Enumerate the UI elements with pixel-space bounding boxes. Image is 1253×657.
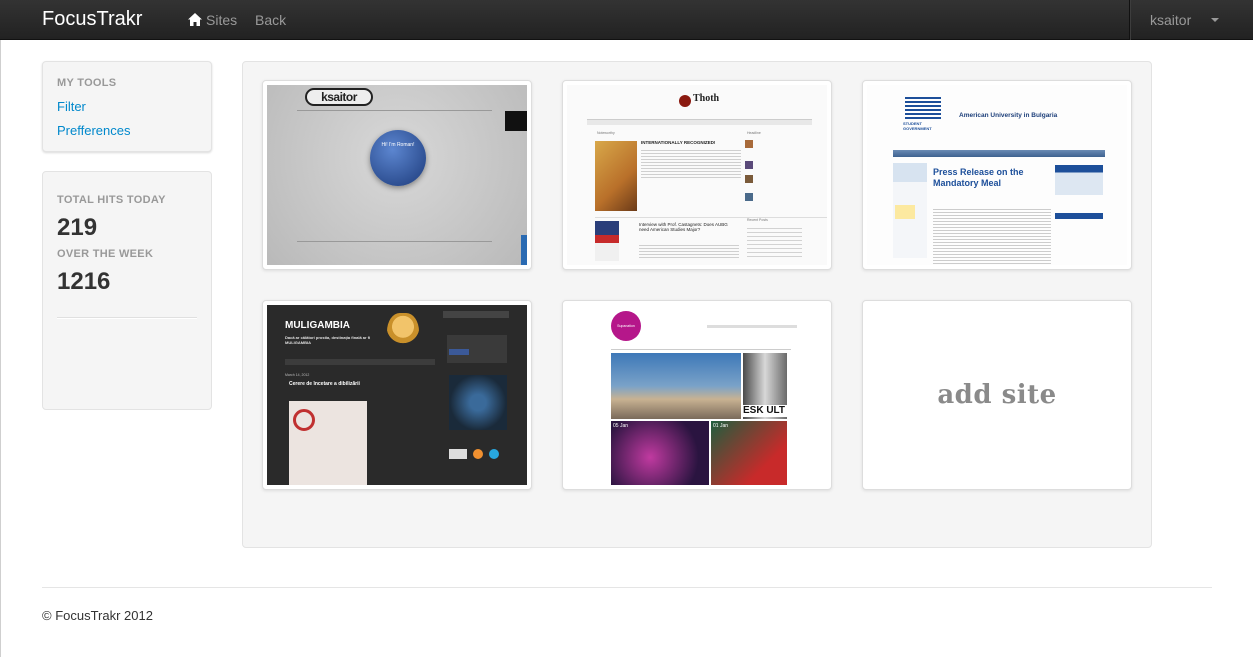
site-title: Thoth bbox=[693, 93, 720, 104]
post-image-1 bbox=[611, 421, 709, 485]
right-widget bbox=[1055, 165, 1103, 195]
over-the-week-value: 1216 bbox=[57, 268, 111, 295]
site-preview: Supanation ESK ULT 05 Jan 01 Jan bbox=[567, 305, 827, 485]
university-title: American University in Bulgaria bbox=[959, 112, 1058, 119]
interview-headline: Interview with Prof. Castagnets: Does AU… bbox=[639, 222, 728, 232]
featured-image bbox=[611, 353, 741, 419]
preferences-link[interactable]: Prefferences bbox=[57, 123, 130, 138]
site-thumbnail-muligambia[interactable]: MULIGAMBIA Dacă ar călători prostia, des… bbox=[262, 300, 532, 490]
facebook-icon bbox=[449, 349, 469, 355]
section-headline: Noteworthy bbox=[597, 131, 615, 135]
site-nav bbox=[285, 359, 435, 365]
chevron-down-icon bbox=[1211, 18, 1219, 22]
thoth-logo-icon bbox=[679, 95, 691, 107]
post-date-1: 05 Jan bbox=[613, 423, 629, 429]
user-menu[interactable]: ksaitor bbox=[1129, 0, 1253, 40]
nav-sites-label: Sites bbox=[206, 12, 238, 28]
site-thumbnail-aubg[interactable]: STUDENT GOVERNMENT American University i… bbox=[862, 80, 1132, 270]
article-text bbox=[933, 207, 1051, 265]
side-image-text: ESK ULT bbox=[743, 405, 789, 417]
site-preview: Thoth Noteworthy Headline INTERNATIONALL… bbox=[567, 85, 827, 265]
total-hits-today-label: TOTAL HITS TODAY bbox=[57, 194, 166, 206]
home-icon bbox=[188, 13, 202, 26]
interview-text bbox=[639, 243, 739, 259]
site-logo: ksaitor bbox=[305, 88, 373, 106]
site-title: MULIGAMBIA bbox=[285, 320, 350, 331]
noteworthy-thumb bbox=[745, 161, 753, 169]
post-date-2: 01 Jan bbox=[713, 423, 729, 429]
filter-link[interactable]: Filter bbox=[57, 99, 86, 114]
contact-bar bbox=[1055, 213, 1103, 219]
nav-sites-link[interactable]: Sites bbox=[188, 12, 237, 28]
post-image-2 bbox=[711, 421, 787, 485]
contact-icon bbox=[473, 449, 483, 459]
site-tagline: Dacă ar călători prostia, destinația fin… bbox=[285, 335, 371, 345]
section-noteworthy: Headline bbox=[747, 131, 761, 135]
site-thumbnail-thoth[interactable]: Thoth Noteworthy Headline INTERNATIONALL… bbox=[562, 80, 832, 270]
article-image bbox=[595, 141, 637, 211]
noteworthy-thumb bbox=[745, 193, 753, 201]
header-rule bbox=[297, 110, 492, 111]
noteworthy-thumb bbox=[745, 140, 753, 148]
post-title: Cerere de încetare a dibilizării bbox=[289, 381, 360, 387]
footer-divider bbox=[42, 587, 1212, 588]
user-name: ksaitor bbox=[1150, 12, 1192, 28]
mascot-image bbox=[387, 313, 419, 359]
add-site-button[interactable]: add site bbox=[862, 300, 1132, 490]
footer-copyright: © FocusTrakr 2012 bbox=[42, 608, 153, 623]
press-release-headline: Press Release on the Mandatory Meal bbox=[933, 167, 1024, 188]
my-tools-panel: MY TOOLS Filter Prefferences bbox=[42, 61, 212, 152]
site-nav bbox=[611, 346, 791, 350]
site-preview: STUDENT GOVERNMENT American University i… bbox=[867, 85, 1127, 265]
nav-back-link[interactable]: Back bbox=[255, 12, 286, 28]
skype-icon bbox=[489, 449, 499, 459]
contact-icon bbox=[449, 449, 467, 459]
site-thumbnail-ksaitor[interactable]: ksaitor Hi! I'm Roman! bbox=[262, 80, 532, 270]
site-nav bbox=[587, 119, 812, 125]
site-tagline bbox=[707, 325, 797, 328]
search-box bbox=[443, 311, 509, 318]
my-tools-header: MY TOOLS bbox=[57, 77, 117, 89]
divider bbox=[595, 217, 827, 218]
site-preview: MULIGAMBIA Dacă ar călători prostia, des… bbox=[267, 305, 527, 485]
site-preview: ksaitor Hi! I'm Roman! bbox=[267, 85, 527, 265]
site-thumbnail-supanation[interactable]: Supanation ESK ULT 05 Jan 01 Jan bbox=[562, 300, 832, 490]
article-text bbox=[641, 148, 741, 178]
brand-logo[interactable]: FocusTrakr bbox=[42, 8, 142, 31]
site-nav bbox=[893, 150, 1105, 157]
add-site-label: add site bbox=[937, 380, 1057, 410]
footer-rule bbox=[297, 241, 492, 242]
top-navbar: FocusTrakr Sites Back ksaitor bbox=[0, 0, 1253, 40]
building-logo-icon bbox=[905, 97, 941, 119]
stats-divider bbox=[57, 317, 197, 319]
stamp-image bbox=[293, 409, 315, 431]
site-logo: Supanation bbox=[611, 311, 641, 341]
over-the-week-label: OVER THE WEEK bbox=[57, 248, 154, 260]
total-hits-today-value: 219 bbox=[57, 214, 98, 241]
stats-panel: TOTAL HITS TODAY 219 OVER THE WEEK 1216 bbox=[42, 171, 212, 410]
sidebar-banner bbox=[449, 375, 507, 430]
section-recent-posts: Recent Posts bbox=[747, 218, 768, 222]
bubble: Hi! I'm Roman! bbox=[370, 130, 426, 186]
post-date: March 14, 2012 bbox=[285, 373, 310, 377]
sidebar-highlight bbox=[895, 205, 915, 219]
interview-image bbox=[595, 221, 619, 261]
recent-posts-list bbox=[747, 225, 802, 260]
sg-logo-text: STUDENT GOVERNMENT bbox=[903, 121, 932, 131]
social-strip bbox=[521, 235, 527, 265]
noteworthy-thumb bbox=[745, 175, 753, 183]
headline: INTERNATIONALLY RECOGNIZED! bbox=[641, 140, 716, 145]
side-menu bbox=[505, 111, 527, 131]
